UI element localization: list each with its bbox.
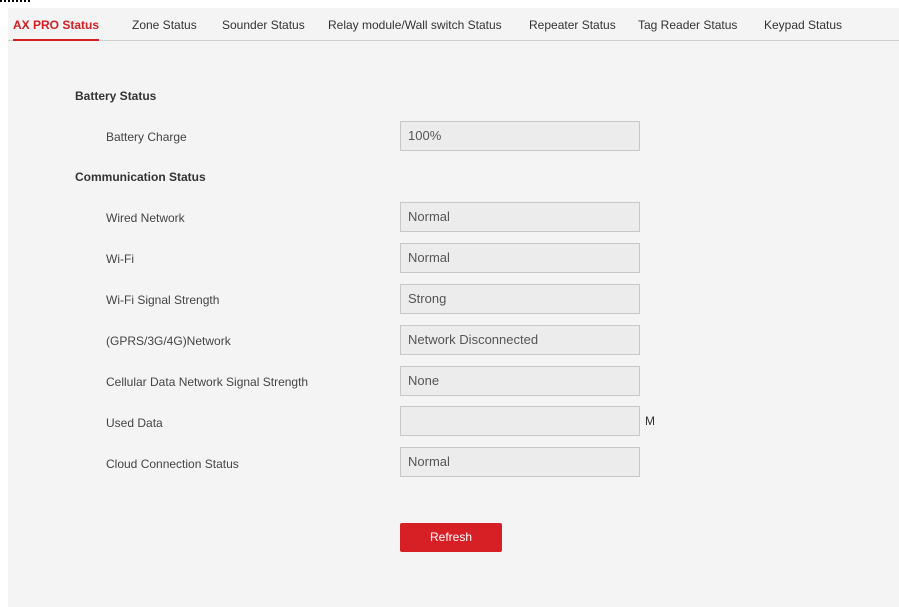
cellular-signal-strength-label: Cellular Data Network Signal Strength <box>106 375 309 389</box>
used-data-field <box>400 406 640 436</box>
battery-charge-field: 100% <box>400 121 640 151</box>
tab-relay-module-wall-switch-status[interactable]: Relay module/Wall switch Status <box>328 8 502 40</box>
tab-zone-status[interactable]: Zone Status <box>132 8 197 40</box>
wifi-signal-strength-field: Strong <box>400 284 640 314</box>
refresh-button[interactable]: Refresh <box>400 523 502 552</box>
cellular-network-label: (GPRS/3G/4G)Network <box>106 334 231 348</box>
status-page: AX PRO Status Zone Status Sounder Status… <box>8 8 899 607</box>
wired-network-field: Normal <box>400 202 640 232</box>
used-data-label: Used Data <box>106 416 163 430</box>
used-data-unit: M <box>645 414 655 428</box>
corner-marker <box>0 0 30 8</box>
battery-charge-label: Battery Charge <box>106 130 187 144</box>
cloud-connection-status-label: Cloud Connection Status <box>106 457 239 471</box>
wifi-label: Wi-Fi <box>106 252 134 266</box>
wifi-signal-strength-label: Wi-Fi Signal Strength <box>106 293 220 307</box>
cellular-signal-strength-field: None <box>400 366 640 396</box>
tab-ax-pro-status[interactable]: AX PRO Status <box>13 8 100 41</box>
wifi-field: Normal <box>400 243 640 273</box>
communication-status-heading: Communication Status <box>75 170 206 184</box>
tab-sounder-status[interactable]: Sounder Status <box>222 8 305 40</box>
status-tab-bar: AX PRO Status Zone Status Sounder Status… <box>8 8 899 41</box>
tab-repeater-status[interactable]: Repeater Status <box>529 8 616 40</box>
tab-tag-reader-status[interactable]: Tag Reader Status <box>638 8 737 40</box>
cloud-connection-status-field: Normal <box>400 447 640 477</box>
battery-status-heading: Battery Status <box>75 89 157 103</box>
tab-keypad-status[interactable]: Keypad Status <box>764 8 842 40</box>
wired-network-label: Wired Network <box>106 211 185 225</box>
cellular-network-field: Network Disconnected <box>400 325 640 355</box>
